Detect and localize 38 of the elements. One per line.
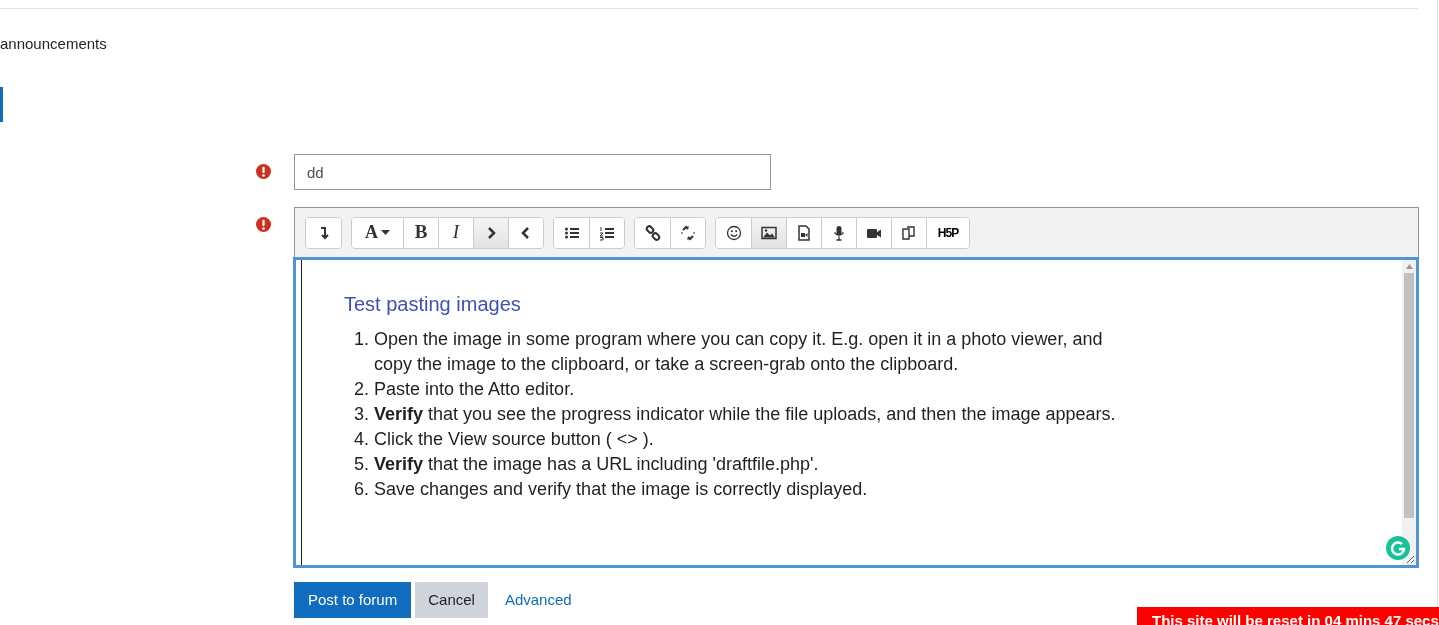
list-number: 5. <box>354 453 370 476</box>
smiley-icon <box>725 224 742 241</box>
toolbar-button[interactable] <box>508 217 543 248</box>
microphone-icon <box>831 224 847 241</box>
active-indicator <box>0 87 3 122</box>
copy-icon <box>901 224 917 241</box>
cancel-button[interactable]: Cancel <box>415 582 488 618</box>
list-number: 2. <box>354 378 370 401</box>
subject-field[interactable]: dd <box>294 154 771 190</box>
list-item-text: Save changes and verify that the image is correctly displayed. <box>374 478 868 501</box>
post-button[interactable]: Post to forum <box>294 582 412 618</box>
link-icon <box>644 224 661 241</box>
list-item-text: Open the image in some program where you can copy it. E.g. open it in a photo viewer, and copy the image to the clipboard, or take a screen-grab onto the clipboard. <box>374 328 1104 376</box>
toolbar-button[interactable] <box>306 217 341 248</box>
advanced-link[interactable]: Advanced <box>491 582 585 618</box>
image-icon <box>761 224 777 241</box>
toolbar-button[interactable] <box>751 217 786 248</box>
list-item-text: Paste into the Atto editor. <box>374 378 575 401</box>
toolbar-button[interactable] <box>670 217 705 248</box>
toolbar-button[interactable] <box>589 217 624 248</box>
content-heading: Test pasting images <box>344 292 522 317</box>
list-item-text: Verify that you see the progress indicator while the file uploads, and then the image appears. <box>374 403 1116 426</box>
breadcrumb-text[interactable]: announcements <box>0 35 1439 53</box>
list-number: 4. <box>354 428 370 451</box>
editor-content-area[interactable] <box>293 257 1419 568</box>
list-item-text: Verify that the image has a URL including 'draftfile.php'. <box>374 453 819 476</box>
list-number: 1. <box>354 328 370 351</box>
toolbar-button[interactable]: H5P <box>926 217 969 248</box>
scrollbar[interactable] <box>1402 260 1416 565</box>
broken-link-icon <box>680 224 696 241</box>
toolbar-button[interactable] <box>473 217 508 248</box>
list-item-text: Click the View source button ( <> ). <box>374 428 654 451</box>
list-number: 3. <box>354 403 370 426</box>
file-icon <box>796 224 812 241</box>
resize-handle-icon[interactable] <box>1405 554 1415 564</box>
list-number: 6. <box>354 478 370 501</box>
numbered-list-icon <box>599 224 615 241</box>
scrollbar-thumb[interactable] <box>1404 273 1414 518</box>
